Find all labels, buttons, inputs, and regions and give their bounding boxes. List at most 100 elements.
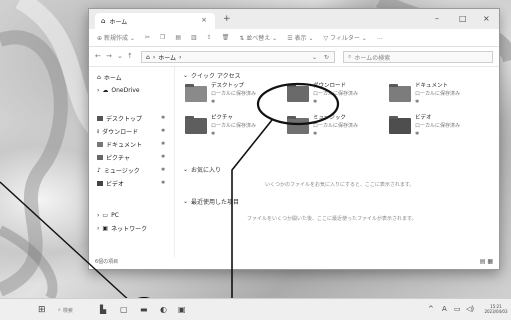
cut-icon[interactable]: ✂: [145, 34, 150, 41]
folder-icon: [389, 84, 411, 102]
view-label: 表示: [294, 35, 307, 42]
tile-status: ローカルに保存済み: [415, 123, 461, 129]
folder-tile-documents[interactable]: ドキュメント ローカルに保存済み ✱: [389, 83, 485, 115]
music-icon: ♪: [97, 167, 101, 174]
tile-status: ローカルに保存済み: [313, 123, 359, 129]
pin-icon: ✱: [211, 99, 216, 105]
refresh-icon[interactable]: ↻: [324, 54, 329, 61]
folder-tile-music[interactable]: ミュージック ローカルに保存済み ✱: [287, 115, 383, 147]
sidebar-item-label: ドキュメント: [106, 142, 143, 149]
filter-button[interactable]: ▽ フィルター ⌄: [323, 33, 366, 42]
taskbar: ⊞ ⌕ 検索 ▙ ▢ ▬ ◐ ▣ ^ A ▭ ◁) 15:21 2023/04/…: [0, 298, 511, 320]
store-icon[interactable]: ▣: [178, 305, 186, 314]
forward-icon[interactable]: →: [106, 52, 112, 60]
file-explorer-icon[interactable]: ▬: [140, 305, 148, 314]
address-dropdown-icon[interactable]: ⌄: [312, 54, 317, 61]
start-icon[interactable]: ⊞: [38, 305, 46, 315]
clock[interactable]: 15:21 2023/04/03: [482, 304, 510, 314]
search-placeholder: ホームの検索: [354, 54, 391, 62]
picture-icon: [97, 155, 103, 160]
taskbar-search[interactable]: ⌕ 検索: [58, 305, 88, 315]
sidebar-item-documents[interactable]: ドキュメント: [97, 140, 142, 149]
view-toggle-icons[interactable]: ▤ ▦: [480, 258, 493, 265]
edge-icon[interactable]: ◐: [160, 305, 167, 314]
folder-tile-desktop[interactable]: デスクトップ ローカルに保存済み ✱: [185, 83, 281, 115]
collapse-chevron-icon: ⌄: [183, 72, 189, 79]
pin-icon: ✱: [161, 167, 166, 173]
pin-icon: ✱: [211, 131, 216, 137]
sidebar-item-label: ミュージック: [103, 168, 140, 175]
ime-indicator[interactable]: A: [442, 305, 447, 313]
pin-icon: ✱: [161, 141, 166, 147]
back-icon[interactable]: ←: [95, 52, 101, 60]
collapse-chevron-icon: ⌄: [183, 166, 189, 173]
sidebar-item-label: ホーム: [103, 75, 122, 82]
tile-status: ローカルに保存済み: [415, 91, 461, 97]
sidebar-item-label: PC: [111, 212, 119, 219]
copy-icon[interactable]: ❐: [160, 34, 165, 41]
section-favorites[interactable]: ⌄ お気に入り: [183, 165, 221, 174]
tile-status: ローカルに保存済み: [313, 91, 359, 97]
sidebar-item-pc[interactable]: › ▭ PC: [97, 211, 119, 220]
pin-icon: ✱: [161, 180, 166, 186]
sidebar-item-label: ピクチャ: [106, 155, 130, 162]
task-view-icon[interactable]: ▙: [100, 305, 106, 314]
tray-overflow-icon[interactable]: ^: [428, 305, 434, 313]
section-heading: 最近使用した項目: [191, 199, 240, 206]
more-button[interactable]: …: [377, 34, 383, 41]
sidebar-item-videos[interactable]: ビデオ: [97, 179, 124, 188]
folder-tile-pictures[interactable]: ピクチャ ローカルに保存済み ✱: [185, 115, 281, 147]
tab-home[interactable]: ⌂ ホーム ×: [95, 13, 215, 29]
sidebar-item-downloads[interactable]: ⭳ ダウンロード: [97, 127, 138, 137]
rename-icon[interactable]: ▥: [191, 34, 197, 41]
sidebar-item-pictures[interactable]: ピクチャ: [97, 153, 130, 162]
command-bar: ⊕ 新規作成 ⌄ ✂ ❐ ▤ ▥ ⇪ 🗑 ⇅ 並べ替え ⌄ ☰ 表示 ⌄ ▽ フ…: [89, 29, 499, 47]
sort-label: 並べ替え: [246, 35, 271, 42]
document-icon: [97, 142, 103, 147]
sidebar-item-onedrive[interactable]: › ☁ OneDrive: [97, 86, 140, 95]
tile-name: ミュージック: [313, 115, 346, 121]
address-row: ← → ⌄ ↑ ⌂ › ホーム › ⌄ ↻ ⌕ ホームの検索: [89, 47, 499, 67]
paste-icon[interactable]: ▤: [175, 34, 181, 41]
folder-icon: [287, 116, 309, 134]
address-bar[interactable]: ⌂ › ホーム › ⌄ ↻: [141, 51, 335, 63]
section-recent[interactable]: ⌄ 最近使用した項目: [183, 197, 239, 206]
section-heading: クイック アクセス: [191, 73, 241, 80]
folder-icon: [287, 84, 309, 102]
sidebar-item-network[interactable]: › ▣ ネットワーク: [97, 224, 147, 233]
section-quick-access[interactable]: ⌄ クイック アクセス: [183, 71, 241, 80]
recent-empty-message: ファイルをいくつか開いた後、ここに最近使ったファイルが表示されます。: [247, 216, 417, 222]
tile-name: ビデオ: [415, 115, 432, 121]
tab-close-button[interactable]: ×: [201, 16, 207, 24]
sidebar-item-home[interactable]: ⌂ ホーム: [97, 73, 122, 82]
network-status-icon[interactable]: ▭: [454, 305, 461, 313]
sidebar-item-label: OneDrive: [111, 87, 140, 94]
delete-icon[interactable]: 🗑: [222, 34, 230, 41]
pin-icon: ✱: [415, 131, 420, 137]
sidebar-item-music[interactable]: ♪ ミュージック: [97, 166, 140, 175]
new-button[interactable]: ⊕ 新規作成 ⌄: [97, 33, 135, 42]
new-tab-button[interactable]: +: [223, 14, 231, 24]
share-icon[interactable]: ⇪: [207, 34, 212, 41]
folder-tile-downloads[interactable]: ダウンロード ローカルに保存済み ✱: [287, 83, 383, 115]
navigation-pane: ⌂ ホーム › ☁ OneDrive デスクトップ ✱ ⭳ ダウンロード ✱ ド…: [89, 67, 175, 257]
close-button[interactable]: ×: [483, 14, 490, 23]
sort-button[interactable]: ⇅ 並べ替え ⌄: [239, 33, 277, 42]
widgets-icon[interactable]: ▢: [120, 305, 128, 314]
sidebar-item-label: デスクトップ: [106, 116, 143, 123]
desktop-icon: [97, 116, 103, 121]
pin-icon: ✱: [313, 99, 318, 105]
search-icon: ⌕: [348, 53, 352, 60]
up-icon[interactable]: ↑: [127, 52, 133, 60]
sidebar-item-desktop[interactable]: デスクトップ: [97, 114, 142, 123]
folder-tile-videos[interactable]: ビデオ ローカルに保存済み ✱: [389, 115, 485, 147]
sidebar-item-label: ネットワーク: [111, 226, 148, 233]
maximize-button[interactable]: □: [459, 14, 467, 23]
minimize-button[interactable]: –: [435, 14, 439, 23]
volume-icon[interactable]: ◁): [466, 305, 474, 313]
cloud-icon: ☁: [102, 87, 109, 94]
view-button[interactable]: ☰ 表示 ⌄: [287, 33, 313, 42]
recent-locations-icon[interactable]: ⌄: [117, 52, 123, 60]
tile-name: ダウンロード: [313, 83, 347, 89]
search-input[interactable]: ⌕ ホームの検索: [343, 51, 493, 63]
